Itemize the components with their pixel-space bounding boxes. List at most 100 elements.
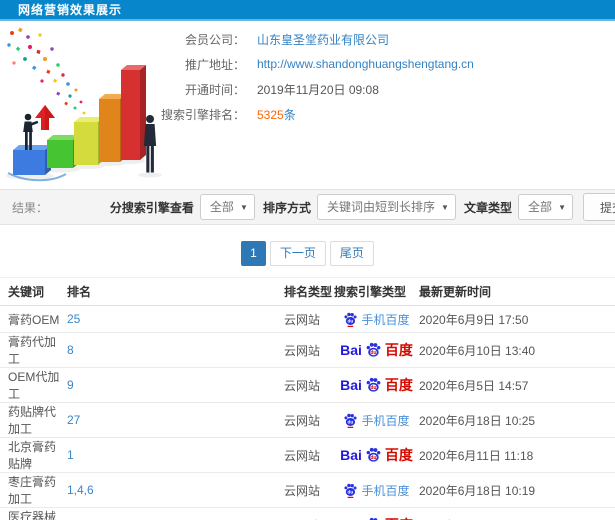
- page-1-button[interactable]: 1: [241, 241, 266, 266]
- rank-count-number: 5325: [257, 107, 284, 122]
- baidu-logo-bai-text: Bai: [340, 447, 362, 463]
- engine-filter-label: 分搜索引擎查看: [109, 200, 194, 215]
- pagination: 1 下一页 尾页: [0, 225, 615, 277]
- page-title: 网络营销效果展示: [18, 3, 123, 17]
- open-time-label: 开通时间：: [184, 82, 245, 97]
- mobile-baidu-label: 手机百度: [361, 413, 410, 428]
- engine-type-cell: du 手机百度: [334, 402, 419, 438]
- rank-cell: 27: [67, 402, 284, 438]
- member-info-list: 会员公司： 山东皇圣堂药业有限公司 推广地址： http://www.shand…: [0, 31, 615, 131]
- baidu-logo-cn-text: 百度: [384, 377, 413, 393]
- info-row-open-time: 开通时间： 2019年11月20日 09:08: [0, 81, 615, 97]
- rank-link[interactable]: 25: [67, 312, 80, 326]
- company-label: 会员公司：: [184, 32, 245, 47]
- engine-type-cell: Baidu百度: [334, 367, 419, 403]
- baidu-paw-icon: du: [369, 517, 378, 520]
- header-update-time: 最新更新时间: [419, 277, 615, 306]
- rank-type-cell: 云网站: [284, 367, 334, 403]
- next-page-button[interactable]: 下一页: [269, 241, 326, 266]
- mobile-baidu-label: 手机百度: [361, 483, 410, 498]
- rank-type-cell: 云网站: [284, 332, 334, 368]
- table-row: 膏药OEM 25 云网站 du 手机百度 2020年6月9日 17:50: [0, 305, 615, 333]
- header-rank: 排名: [67, 277, 284, 306]
- rank-cell: 25: [67, 305, 284, 333]
- baidu-logo-cn-text: 百度: [385, 515, 413, 520]
- table-row: 医疗器械厂家4云网站Baidu百度2020年5月29日 10:32: [0, 507, 615, 520]
- last-page-button[interactable]: 尾页: [329, 241, 374, 266]
- engine-type-cell: Bai du 百度: [334, 437, 419, 473]
- mobile-baidu-logo: du 手机百度: [343, 482, 410, 499]
- header-keyword: 关键词: [0, 277, 67, 306]
- rank-cell: 9: [67, 367, 284, 403]
- baidu-logo-cn-text: 百度: [384, 447, 413, 463]
- update-time-cell: 2020年6月5日 14:57: [419, 367, 615, 403]
- top-title-bar: 网络营销效果展示: [0, 0, 615, 21]
- info-row-company: 会员公司： 山东皇圣堂药业有限公司: [0, 31, 615, 47]
- rank-link[interactable]: 9: [67, 378, 74, 392]
- rank-type-cell: 云网站: [284, 437, 334, 473]
- submit-button[interactable]: 提交: [583, 193, 615, 221]
- svg-text:du: du: [348, 419, 354, 425]
- rank-link[interactable]: 1,4,6: [67, 483, 94, 497]
- baidu-logo-cn-text: 百度: [384, 342, 413, 358]
- baidu-paw-icon: du: [344, 483, 358, 498]
- baidu-logo: Baidu百度: [340, 375, 413, 395]
- article-type-select-value: 全部: [527, 200, 552, 214]
- chevron-down-icon: ▼: [240, 203, 248, 212]
- rank-type-cell: 云网站: [284, 402, 334, 438]
- engine-type-cell: Baidu百度: [334, 507, 419, 520]
- table-row: 枣庄膏药加工 1,4,6 云网站 du 手机百度 2020年6月18日 10:19: [0, 472, 615, 508]
- keyword-cell: 医疗器械厂家: [0, 507, 67, 520]
- sort-select[interactable]: 关键词由短到长排序 ▼: [316, 194, 456, 220]
- rank-count-label: 搜索引擎排名：: [160, 107, 245, 122]
- header-rank-type: 排名类型: [284, 277, 334, 306]
- keyword-cell: 膏药代加工: [0, 332, 67, 368]
- keyword-cell: OEM代加工: [0, 367, 67, 403]
- table-row: 药贴牌代加工 27 云网站 du 手机百度 2020年6月18日 10:25: [0, 402, 615, 438]
- svg-text:du: du: [348, 489, 354, 495]
- rank-link[interactable]: 8: [67, 343, 74, 357]
- table-row: OEM代加工 9 云网站 Bai du 百度 2020年6月5日 14:57: [0, 367, 615, 403]
- promo-url-link[interactable]: http://www.shandonghuangshengtang.cn: [257, 57, 474, 71]
- result-label: 结果：: [12, 200, 49, 215]
- baidu-logo: Baidu百度: [340, 515, 413, 520]
- svg-text:du: du: [370, 455, 376, 461]
- baidu-paw-icon: du: [366, 377, 381, 392]
- baidu-paw-icon: du: [366, 447, 381, 462]
- member-info-section: 会员公司： 山东皇圣堂药业有限公司 推广地址： http://www.shand…: [0, 21, 615, 189]
- update-time-cell: 2020年6月18日 10:25: [419, 402, 615, 438]
- engine-select[interactable]: 全部 ▼: [199, 194, 255, 220]
- article-type-select[interactable]: 全部 ▼: [517, 194, 573, 220]
- keyword-cell: 北京膏药贴牌: [0, 437, 67, 473]
- header-engine-type: 搜索引擎类型: [334, 277, 419, 306]
- rank-cell: 1: [67, 437, 284, 473]
- keyword-cell: 枣庄膏药加工: [0, 472, 67, 508]
- rank-cell: 1,4,6: [67, 472, 284, 508]
- rank-type-cell: 云网站: [284, 472, 334, 508]
- baidu-paw-icon: du: [344, 413, 358, 428]
- bar-blue: [13, 145, 51, 175]
- company-link[interactable]: 山东皇圣堂药业有限公司: [257, 31, 389, 48]
- baidu-logo-bai-text: Bai: [340, 377, 362, 393]
- update-time-cell: 2020年6月11日 11:18: [419, 437, 615, 473]
- svg-text:du: du: [370, 350, 376, 356]
- page: 网络营销效果展示 会员公司： 山东皇圣堂药业有限公司 推广地址： http://…: [0, 0, 615, 520]
- chevron-down-icon: ▼: [558, 203, 566, 212]
- promo-url-label: 推广地址：: [184, 57, 245, 72]
- rank-count-value: 5325条: [257, 106, 296, 123]
- table-header-row: 关键词 排名 排名类型 搜索引擎类型 最新更新时间: [0, 277, 615, 306]
- open-time-value: 2019年11月20日 09:08: [257, 82, 379, 97]
- engine-type-cell: Baidu百度: [334, 332, 419, 368]
- engine-type-cell: du 手机百度: [334, 305, 419, 333]
- engine-select-value: 全部: [209, 200, 234, 214]
- rank-link[interactable]: 27: [67, 413, 80, 427]
- update-time-cell: 2020年5月29日 10:32: [419, 507, 615, 520]
- baidu-paw-icon: du: [344, 312, 358, 327]
- rank-link[interactable]: 1: [67, 448, 74, 462]
- rank-type-cell: 云网站: [284, 507, 334, 520]
- sort-select-value: 关键词由短到长排序: [326, 200, 435, 214]
- update-time-cell: 2020年6月9日 17:50: [419, 305, 615, 333]
- rank-type-cell: 云网站: [284, 305, 334, 333]
- mobile-baidu-logo: du 手机百度: [343, 412, 410, 429]
- chevron-down-icon: ▼: [441, 203, 449, 212]
